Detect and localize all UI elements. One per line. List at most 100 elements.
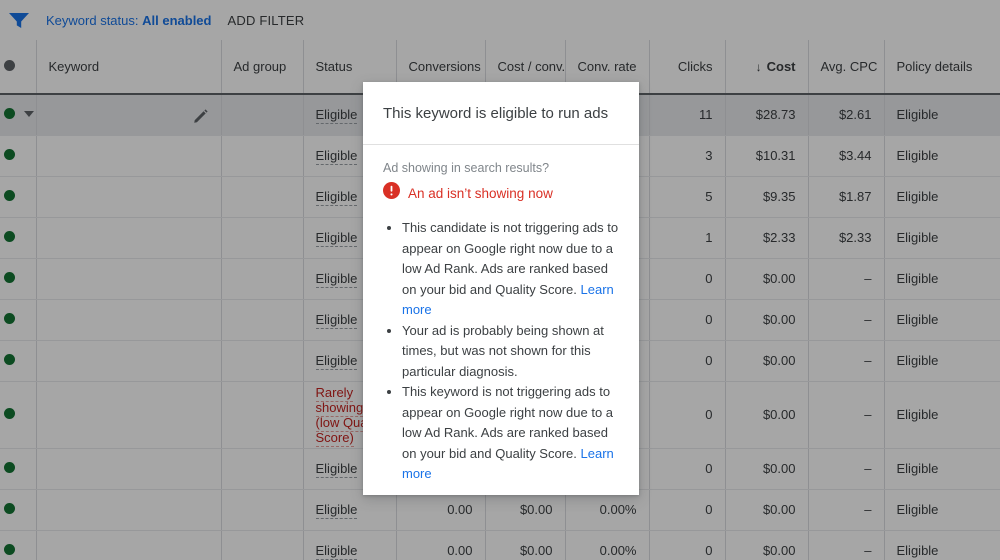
cell-cost: $0.00 — [725, 340, 809, 382]
status-value[interactable]: Eligible — [315, 189, 358, 206]
column-header-clicks[interactable]: Clicks — [649, 40, 726, 95]
status-value[interactable]: Eligible — [315, 353, 358, 370]
cell-keyword[interactable] — [36, 340, 222, 382]
cell-ad-group[interactable] — [221, 489, 304, 531]
cell-avg-cpc: $2.33 — [808, 217, 885, 259]
keyword-status-filter-chip[interactable]: Keyword status: All enabled — [46, 13, 211, 28]
cell-avg-cpc: – — [808, 340, 885, 382]
enabled-status-dot-icon[interactable] — [4, 272, 15, 283]
status-value[interactable]: Eligible — [315, 148, 358, 165]
status-value[interactable]: Eligible — [315, 312, 358, 329]
bullet-text: Your ad is probably being shown at times… — [402, 322, 604, 379]
enabled-status-dot-icon[interactable] — [4, 190, 15, 201]
cell-ad-group[interactable] — [221, 176, 304, 218]
row-status-dot-cell[interactable] — [0, 489, 37, 531]
enabled-status-dot-icon[interactable] — [4, 108, 15, 120]
cell-avg-cpc: – — [808, 258, 885, 300]
cell-clicks: 1 — [649, 217, 726, 259]
cell-keyword[interactable] — [36, 299, 222, 341]
cell-ad-group[interactable] — [221, 135, 304, 177]
cell-cost: $10.31 — [725, 135, 809, 177]
popup-title: This keyword is eligible to run ads — [363, 82, 639, 145]
cell-keyword[interactable] — [36, 381, 222, 449]
row-status-dot-cell[interactable] — [0, 135, 37, 177]
status-value[interactable]: Eligible — [315, 461, 358, 478]
row-status-dot-cell[interactable] — [0, 530, 37, 560]
cell-avg-cpc: – — [808, 448, 885, 490]
status-value[interactable]: Eligible — [315, 230, 358, 247]
cell-keyword[interactable] — [36, 258, 222, 300]
cell-policy-details: Eligible — [884, 176, 1000, 218]
cell-keyword[interactable] — [36, 448, 222, 490]
enabled-status-dot-icon[interactable] — [4, 462, 15, 473]
enabled-status-dot-icon[interactable] — [4, 149, 15, 160]
cell-avg-cpc: – — [808, 381, 885, 449]
error-text: An ad isn’t showing now — [408, 185, 553, 201]
table-row[interactable]: Eligible 0.00 $0.00 0.00% 0 $0.00– Eligible — [0, 489, 1000, 531]
cell-cost: $28.73 — [725, 94, 809, 136]
enabled-status-dot-icon[interactable] — [4, 354, 15, 365]
cell-keyword[interactable] — [36, 94, 222, 136]
row-status-dot-cell[interactable] — [0, 299, 37, 341]
diagnosis-bullet: Your ad is probably being shown at times… — [402, 321, 619, 383]
enabled-status-dot-icon[interactable] — [4, 503, 15, 514]
cell-ad-group[interactable] — [221, 340, 304, 382]
status-value[interactable]: Eligible — [315, 107, 358, 125]
enabled-status-dot-icon[interactable] — [4, 408, 15, 419]
enabled-status-dot-icon[interactable] — [4, 231, 15, 242]
cell-keyword[interactable] — [36, 217, 222, 259]
cell-conversions: 0.00 — [396, 489, 486, 531]
cell-policy-details: Eligible — [884, 217, 1000, 259]
column-header-policy-details[interactable]: Policy details — [884, 40, 1000, 95]
cell-keyword[interactable] — [36, 176, 222, 218]
column-header-keyword[interactable]: Keyword — [36, 40, 222, 95]
status-value[interactable]: Eligible — [315, 271, 358, 288]
row-status-dot-cell[interactable] — [0, 217, 37, 259]
ad-not-showing-status: An ad isn’t showing now — [383, 182, 619, 204]
chevron-down-icon[interactable] — [24, 111, 34, 118]
cell-avg-cpc: $3.44 — [808, 135, 885, 177]
cell-ad-group[interactable] — [221, 448, 304, 490]
cell-ad-group[interactable] — [221, 530, 304, 560]
cell-clicks: 5 — [649, 176, 726, 218]
filter-funnel-icon[interactable] — [6, 10, 32, 30]
add-filter-button[interactable]: ADD FILTER — [227, 13, 304, 28]
row-status-dot-cell[interactable] — [0, 340, 37, 382]
cell-policy-details: Eligible — [884, 530, 1000, 560]
diagnosis-bullet: This candidate is not triggering ads to … — [402, 218, 619, 321]
column-header-cost[interactable]: ↓ Cost — [725, 40, 809, 95]
cell-ad-group[interactable] — [221, 94, 304, 136]
cell-keyword[interactable] — [36, 489, 222, 531]
column-header-avg-cpc[interactable]: Avg. CPC — [808, 40, 885, 95]
cell-cost: $0.00 — [725, 299, 809, 341]
status-value[interactable]: Eligible — [315, 543, 358, 560]
cell-ad-group[interactable] — [221, 299, 304, 341]
cell-cost-per-conv: $0.00 — [485, 489, 566, 531]
row-status-dot-cell[interactable] — [0, 258, 37, 300]
cell-ad-group[interactable] — [221, 258, 304, 300]
column-header-status-dot[interactable] — [0, 40, 37, 95]
cell-policy-details: Eligible — [884, 258, 1000, 300]
cell-avg-cpc: – — [808, 489, 885, 531]
row-status-dot-cell[interactable] — [0, 94, 37, 136]
column-header-ad-group[interactable]: Ad group — [221, 40, 304, 95]
popup-sub-question: Ad showing in search results? — [383, 161, 550, 175]
cell-status[interactable]: Eligible — [303, 530, 397, 560]
cell-keyword[interactable] — [36, 135, 222, 177]
keyword-status-label: Keyword status: — [46, 12, 139, 28]
cell-policy-details: Eligible — [884, 299, 1000, 341]
enabled-status-dot-icon[interactable] — [4, 544, 15, 555]
enabled-status-dot-icon[interactable] — [4, 313, 15, 324]
row-status-dot-cell[interactable] — [0, 176, 37, 218]
row-status-dot-cell[interactable] — [0, 448, 37, 490]
cell-ad-group[interactable] — [221, 381, 304, 449]
cell-clicks: 0 — [649, 530, 726, 560]
row-status-dot-cell[interactable] — [0, 381, 37, 449]
cell-status[interactable]: Eligible — [303, 489, 397, 531]
cell-clicks: 0 — [649, 340, 726, 382]
cell-keyword[interactable] — [36, 530, 222, 560]
status-value[interactable]: Eligible — [315, 502, 358, 519]
cell-cost: $0.00 — [725, 381, 809, 449]
cell-ad-group[interactable] — [221, 217, 304, 259]
table-row[interactable]: Eligible 0.00 $0.00 0.00% 0 $0.00– Eligible — [0, 530, 1000, 560]
